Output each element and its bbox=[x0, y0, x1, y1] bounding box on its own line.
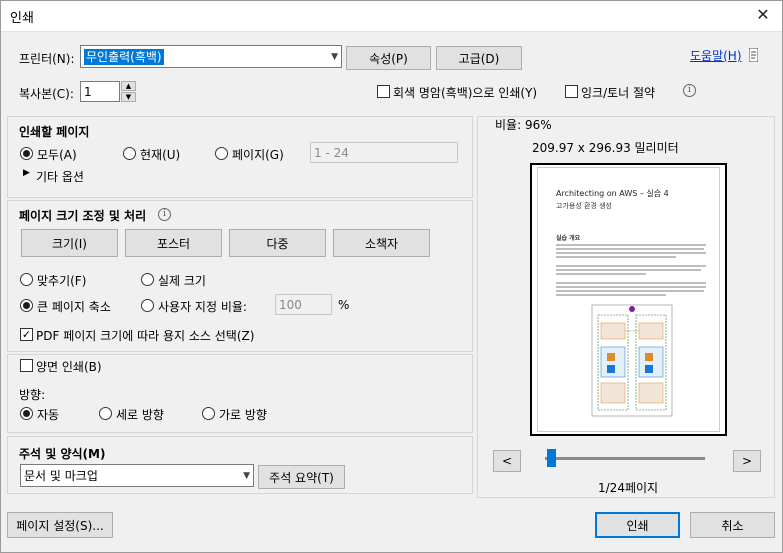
preview-page-subtitle: 고가용성 환경 생성 bbox=[556, 202, 612, 210]
copies-value: 1 bbox=[84, 84, 92, 99]
more-options-label[interactable]: 기타 옵션 bbox=[36, 168, 84, 185]
page-sizing-heading: 페이지 크기 조정 및 처리 bbox=[19, 209, 147, 223]
preview-prev-button[interactable]: < bbox=[493, 450, 521, 472]
tab-size[interactable]: 크기(I) bbox=[21, 229, 118, 257]
comments-summary-button[interactable]: 주석 요약(T) bbox=[258, 465, 345, 489]
actual-size-radio[interactable] bbox=[141, 273, 154, 286]
copies-label: 복사본(C): bbox=[19, 87, 74, 101]
preview-page: Architecting on AWS – 실습 4 고가용성 환경 생성 실습… bbox=[537, 167, 720, 432]
chevron-down-icon: ▼ bbox=[243, 470, 250, 481]
custom-scale-value: 100 bbox=[279, 297, 302, 312]
grayscale-checkbox[interactable] bbox=[377, 85, 390, 98]
fit-radio[interactable] bbox=[20, 273, 33, 286]
preview-page-indicator: 1/24페이지 bbox=[598, 481, 659, 495]
printer-select[interactable]: 무인출력(흑백) ▼ bbox=[80, 45, 342, 68]
orientation-label: 방향: bbox=[19, 388, 46, 402]
properties-button[interactable]: 속성(P) bbox=[346, 46, 431, 70]
pages-all-label: 모두(A) bbox=[37, 148, 77, 162]
tab-booklet[interactable]: 소책자 bbox=[333, 229, 430, 257]
preview-text-line bbox=[556, 273, 646, 275]
duplex-checkbox[interactable] bbox=[20, 359, 33, 372]
preview-text-line bbox=[556, 248, 704, 250]
tab-multiple[interactable]: 다중 bbox=[229, 229, 326, 257]
preview-scale-label: 비율: 96% bbox=[495, 118, 552, 132]
pages-range-label: 페이지(G) bbox=[232, 148, 284, 162]
comments-selected-value: 문서 및 마크업 bbox=[24, 469, 98, 483]
grayscale-label: 회색 명암(흑백)으로 인쇄(Y) bbox=[393, 86, 538, 100]
printer-label: 프린터(N): bbox=[19, 52, 75, 66]
fit-label: 맞추기(F) bbox=[37, 274, 87, 288]
save-ink-checkbox[interactable] bbox=[565, 85, 578, 98]
duplex-label: 양면 인쇄(B) bbox=[36, 360, 102, 374]
preview-slider-thumb[interactable] bbox=[547, 449, 556, 467]
comments-heading: 주석 및 양식(M) bbox=[19, 447, 106, 461]
pages-current-radio[interactable] bbox=[123, 147, 136, 160]
cancel-button[interactable]: 취소 bbox=[690, 512, 775, 538]
save-ink-label: 잉크/토너 절약 bbox=[581, 86, 656, 100]
pages-all-radio[interactable] bbox=[20, 147, 33, 160]
page-setup-button[interactable]: 페이지 설정(S)... bbox=[7, 512, 113, 538]
preview-page-title: Architecting on AWS – 실습 4 bbox=[556, 189, 669, 198]
custom-scale-input[interactable]: 100 bbox=[275, 294, 332, 315]
orientation-portrait-radio[interactable] bbox=[99, 407, 112, 420]
preview-text-line bbox=[556, 244, 706, 246]
page-sizing-info-icon[interactable]: i bbox=[158, 208, 171, 221]
title-bar bbox=[0, 0, 783, 32]
orientation-landscape-radio[interactable] bbox=[202, 407, 215, 420]
preview-text-line bbox=[556, 294, 666, 296]
preview-text-line bbox=[556, 286, 706, 288]
custom-scale-radio[interactable] bbox=[141, 299, 154, 312]
actual-size-label: 실제 크기 bbox=[158, 274, 206, 288]
copies-input[interactable]: 1 bbox=[80, 81, 120, 102]
preview-next-button[interactable]: > bbox=[733, 450, 761, 472]
advanced-button[interactable]: 고급(D) bbox=[436, 46, 522, 70]
preview-dimensions: 209.97 x 296.93 밀리미터 bbox=[532, 141, 679, 155]
copies-down-button[interactable]: ▼ bbox=[121, 92, 136, 102]
shrink-radio[interactable] bbox=[20, 299, 33, 312]
custom-scale-label: 사용자 지정 비율: bbox=[158, 300, 247, 314]
orientation-auto-radio[interactable] bbox=[20, 407, 33, 420]
shrink-label: 큰 페이지 축소 bbox=[37, 300, 111, 314]
orientation-landscape-label: 가로 방향 bbox=[219, 408, 267, 422]
preview-slider-track[interactable] bbox=[545, 457, 705, 460]
pages-range-input[interactable]: 1 - 24 bbox=[310, 142, 458, 163]
preview-text-line bbox=[556, 252, 706, 254]
preview-text-line bbox=[556, 256, 676, 258]
preview-section-heading: 실습 개요 bbox=[556, 235, 581, 242]
pages-range-radio[interactable] bbox=[215, 147, 228, 160]
pdf-source-checkbox[interactable]: ✓ bbox=[20, 328, 33, 341]
info-icon[interactable]: i bbox=[683, 84, 696, 97]
pages-range-placeholder: 1 - 24 bbox=[314, 145, 349, 160]
print-button[interactable]: 인쇄 bbox=[595, 512, 680, 538]
help-link[interactable]: 도움말(H) bbox=[690, 47, 742, 64]
copies-up-button[interactable]: ▲ bbox=[121, 81, 136, 91]
preview-architecture-diagram bbox=[591, 304, 673, 417]
window-title: 인쇄 bbox=[10, 11, 34, 26]
preview-text-line bbox=[556, 282, 706, 284]
triangle-right-icon[interactable]: ▶ bbox=[23, 168, 30, 178]
orientation-portrait-label: 세로 방향 bbox=[116, 408, 164, 422]
preview-text-line bbox=[556, 290, 704, 292]
printer-selected-value: 무인출력(흑백) bbox=[84, 48, 164, 65]
preview-text-line bbox=[556, 269, 701, 271]
percent-label: % bbox=[338, 298, 350, 312]
help-icon bbox=[748, 47, 759, 63]
comments-select[interactable]: 문서 및 마크업 ▼ bbox=[20, 464, 254, 487]
orientation-auto-label: 자동 bbox=[37, 408, 60, 422]
pages-to-print-heading: 인쇄할 페이지 bbox=[19, 125, 90, 139]
tab-poster[interactable]: 포스터 bbox=[125, 229, 222, 257]
pdf-source-label: PDF 페이지 크기에 따라 용지 소스 선택(Z) bbox=[36, 329, 255, 343]
chevron-down-icon: ▼ bbox=[331, 51, 338, 62]
close-icon[interactable]: ✕ bbox=[750, 4, 776, 26]
preview-text-line bbox=[556, 265, 706, 267]
pages-current-label: 현재(U) bbox=[140, 148, 181, 162]
